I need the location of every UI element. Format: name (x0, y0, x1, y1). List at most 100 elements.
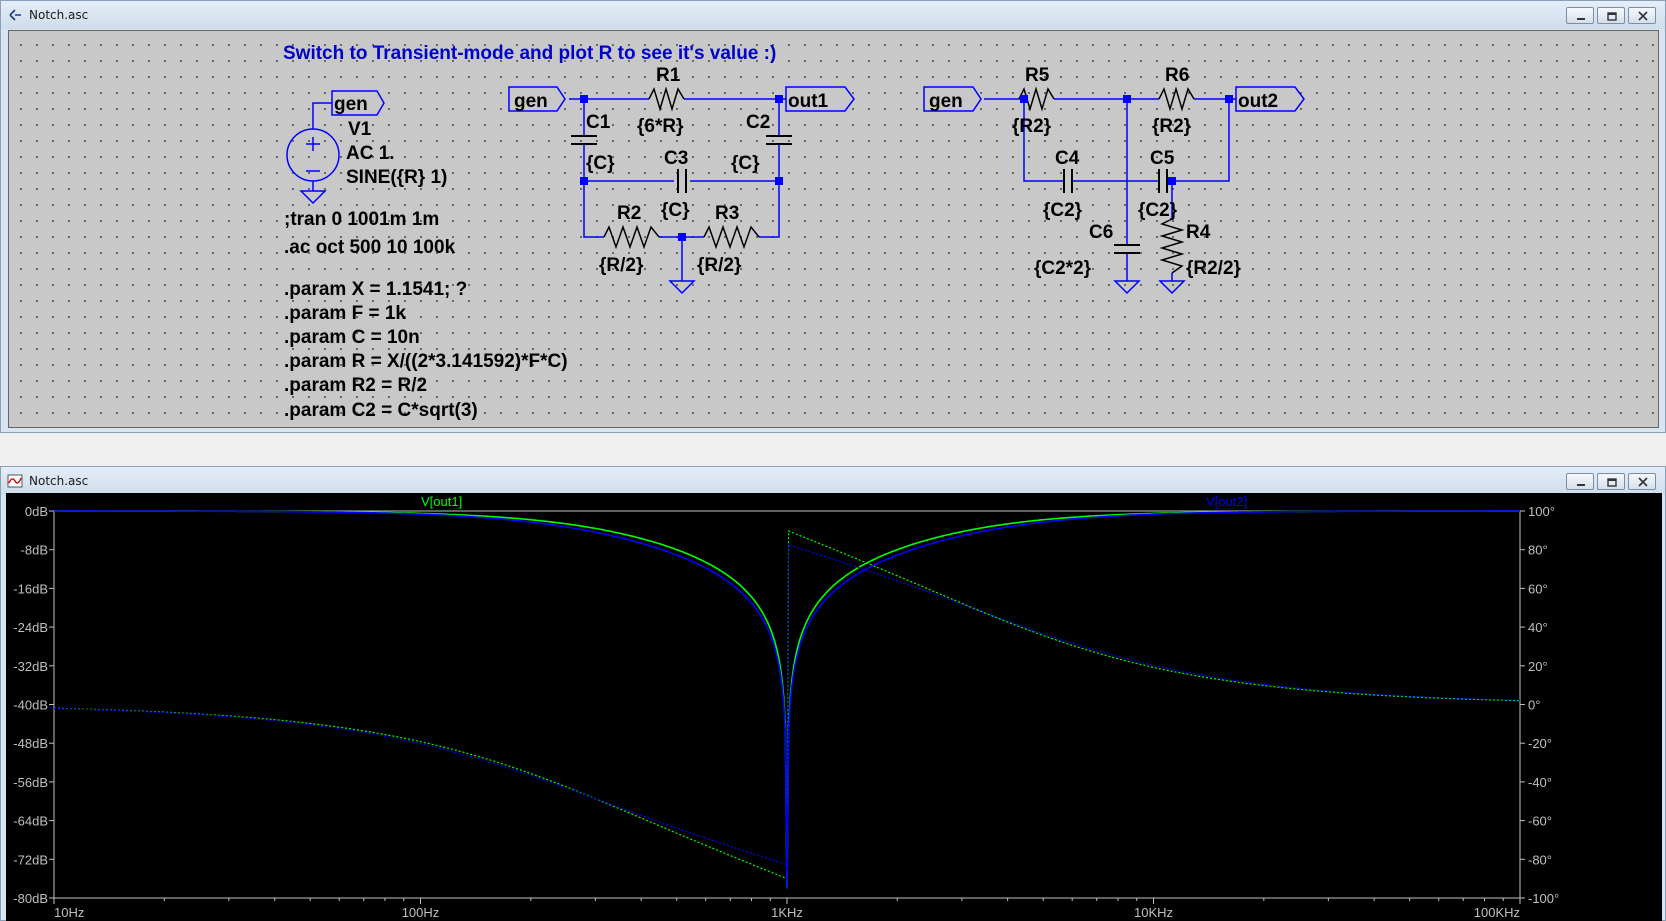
schematic-window: Notch.asc Switch to Transient-mode and p… (0, 0, 1666, 433)
c1-value: {C} (586, 153, 615, 174)
legend-vout2[interactable]: V[out2] (1206, 494, 1247, 509)
capacitor-c6[interactable] (1114, 244, 1140, 254)
param-x: .param X = 1.1541; ? (284, 279, 467, 300)
y-left-tick-label: -64dB (13, 814, 48, 829)
r3-value: {R/2} (697, 255, 742, 276)
c6-name: C6 (1089, 222, 1113, 243)
plot-restore-button[interactable] (1597, 473, 1625, 490)
capacitor-c1[interactable] (571, 135, 597, 145)
x-tick-label: 1KHz (771, 905, 803, 920)
plot-minimize-button[interactable] (1566, 473, 1594, 490)
r4-value: {R2/2} (1186, 258, 1242, 279)
minimize-button[interactable] (1566, 7, 1594, 24)
capacitor-c5[interactable] (1158, 169, 1168, 193)
capacitor-c3[interactable] (677, 169, 687, 193)
schematic-titlebar[interactable]: Notch.asc (1, 1, 1665, 29)
y-right-tick-label: -40° (1528, 775, 1552, 790)
r1-name: R1 (656, 65, 681, 86)
plot-window-title: Notch.asc (29, 474, 89, 488)
y-left-tick-label: -56dB (13, 775, 48, 790)
plot-titlebar[interactable]: Notch.asc (1, 467, 1665, 495)
y-right-tick-label: -100° (1528, 891, 1559, 906)
v1-ac: AC 1. (346, 143, 395, 164)
c4-name: C4 (1055, 148, 1080, 169)
y-right-tick-label: 0° (1528, 698, 1540, 713)
x-tick-label: 100Hz (402, 905, 440, 920)
c3-name: C3 (664, 148, 688, 169)
y-right-tick-label: 100° (1528, 504, 1555, 519)
y-left-tick-label: -16dB (13, 581, 48, 596)
param-c: .param C = 10n (284, 327, 420, 348)
resistor-r1[interactable] (648, 86, 685, 112)
resistor-r3[interactable] (703, 224, 760, 250)
capacitor-c4[interactable] (1063, 169, 1073, 193)
capacitor-c2[interactable] (766, 135, 792, 145)
x-tick-label: 100KHz (1474, 905, 1520, 920)
v1-name: V1 (348, 119, 372, 140)
y-right-tick-label: 80° (1528, 543, 1548, 558)
y-left-tick-label: -32dB (13, 659, 48, 674)
r1-value: {6*R} (637, 116, 684, 137)
net-label-gen-1: gen (334, 94, 368, 115)
y-right-tick-label: -80° (1528, 852, 1552, 867)
c4-value: {C2} (1043, 200, 1083, 221)
net-label-out1-text: out1 (788, 91, 829, 112)
y-left-tick-label: -24dB (13, 620, 48, 635)
r2-value: {R/2} (599, 255, 644, 276)
minimize-icon (1577, 18, 1585, 20)
c3-value: {C} (661, 200, 690, 221)
net-label-gen-3: gen (929, 91, 963, 112)
y-left-tick-label: 0dB (25, 504, 48, 519)
y-right-tick-label: -20° (1528, 736, 1552, 751)
bode-plot: V[out1] V[out2] 0dB -8dB -16dB -24dB -32dB -4… (13, 494, 1559, 920)
r5-name: R5 (1025, 65, 1050, 86)
resistor-r4[interactable] (1159, 218, 1185, 274)
ltspice-schematic-icon (9, 9, 21, 21)
close-icon (1638, 477, 1648, 487)
r6-value: {R2} (1152, 116, 1192, 137)
y-left-tick-label: -48dB (13, 736, 48, 751)
net-label-out2-text: out2 (1238, 91, 1278, 112)
net-label-gen-2: gen (514, 91, 548, 112)
param-r2: .param R2 = R/2 (284, 375, 427, 396)
v1-value: SINE({R} 1) (346, 167, 447, 188)
r4-name: R4 (1186, 222, 1211, 243)
legend-vout1[interactable]: V[out1] (421, 494, 462, 509)
close-button[interactable] (1628, 7, 1656, 24)
x-tick-label: 10Hz (54, 905, 84, 920)
param-c2: .param C2 = C*sqrt(3) (284, 400, 478, 421)
y-right-tick-label: 60° (1528, 581, 1548, 596)
c2-name: C2 (746, 112, 770, 133)
minimize-icon (1577, 484, 1585, 486)
restore-icon (1607, 12, 1617, 21)
restore-icon (1607, 478, 1617, 487)
schematic-comment: Switch to Transient-mode and plot R to s… (283, 43, 776, 64)
c1-name: C1 (586, 112, 611, 133)
y-left-tick-label: -72dB (13, 852, 48, 867)
y-right-tick-label: 40° (1528, 620, 1548, 635)
c2-value: {C} (731, 153, 760, 174)
c5-value: {C2} (1138, 200, 1178, 221)
plot-traces (53, 510, 1521, 889)
schematic-drawing: Switch to Transient-mode and plot R to s… (283, 43, 1305, 421)
restore-button[interactable] (1597, 7, 1625, 24)
schematic-canvas[interactable]: Switch to Transient-mode and plot R to s… (8, 30, 1659, 428)
resistor-r2[interactable] (603, 224, 660, 250)
waveform-icon (7, 474, 23, 488)
y-left-tick-label: -8dB (21, 543, 48, 558)
y-right-tick-label: -60° (1528, 814, 1552, 829)
x-tick-label: 10KHz (1134, 905, 1173, 920)
resistor-r6[interactable] (1158, 86, 1195, 112)
param-f: .param F = 1k (284, 303, 406, 324)
plot-close-button[interactable] (1628, 473, 1656, 490)
directive-tran: ;tran 0 1001m 1m (284, 209, 439, 230)
c5-name: C5 (1150, 148, 1175, 169)
c6-value: {C2*2} (1034, 258, 1092, 279)
y-left-tick-label: -80dB (13, 891, 48, 906)
voltage-source-v1[interactable] (286, 102, 340, 205)
waveform-viewer[interactable]: V[out1] V[out2] 0dB -8dB -16dB -24dB -32dB -4… (6, 493, 1662, 921)
r2-name: R2 (617, 203, 641, 224)
y-left-tick-label: -40dB (13, 698, 48, 713)
param-r: .param R = X/((2*3.141592)*F*C) (284, 351, 568, 372)
plot-window: Notch.asc V[out1] V[out2] 0dB -8dB -16dB -2… (0, 466, 1666, 921)
